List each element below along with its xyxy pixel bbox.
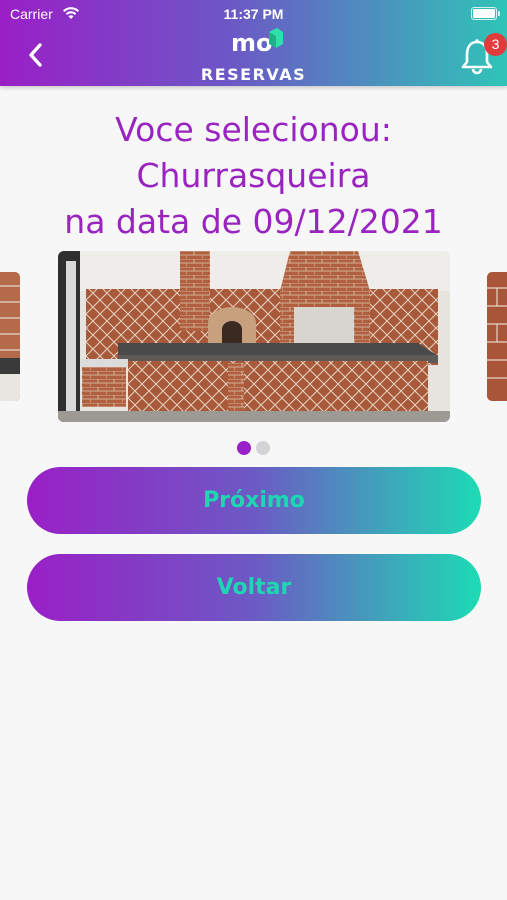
app-logo: mo [231, 28, 283, 56]
page-title: RESERVAS [200, 65, 307, 84]
carousel-dot-2[interactable] [256, 441, 270, 455]
selected-date: na data de 09/12/2021 [64, 202, 443, 241]
selection-heading-line1: Voce selecionou: [115, 110, 392, 149]
carousel-next-image[interactable] [487, 272, 507, 401]
carousel-dot-1[interactable] [237, 441, 251, 455]
clock: 11:37 PM [223, 6, 284, 22]
status-bar: Carrier 11:37 PM [0, 0, 507, 28]
carousel-prev-image[interactable] [0, 272, 20, 401]
back-action-button[interactable]: Voltar [27, 554, 481, 621]
app-header: Carrier 11:37 PM mo RESERVAS 3 [0, 0, 507, 86]
logo-text: mo [231, 29, 273, 56]
next-button[interactable]: Próximo [27, 467, 481, 534]
selected-amenity: Churrasqueira [136, 156, 371, 195]
carousel-image-churrasqueira[interactable] [58, 251, 450, 422]
notification-badge: 3 [484, 33, 507, 56]
battery-icon [471, 7, 500, 20]
